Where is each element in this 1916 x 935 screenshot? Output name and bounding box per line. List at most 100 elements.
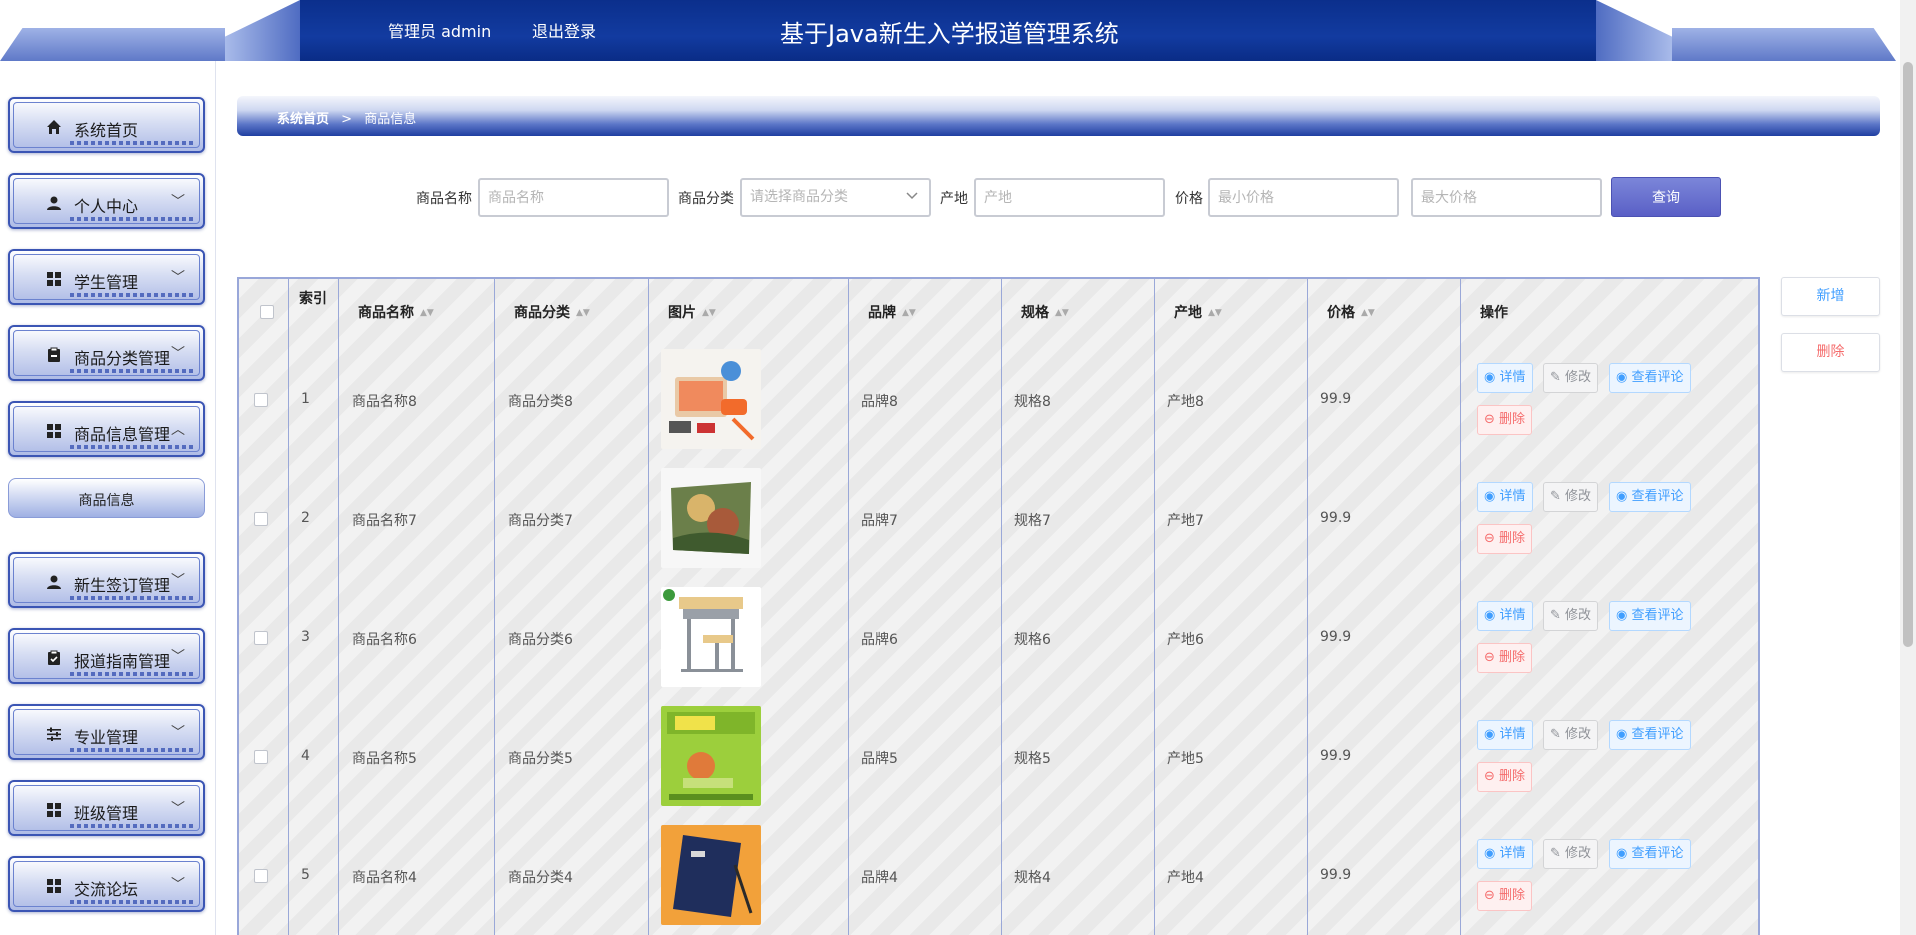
sort-icon[interactable]: ▲▼ xyxy=(1361,308,1375,317)
sort-icon[interactable]: ▲▼ xyxy=(702,308,716,317)
delete-button[interactable]: ⊖ 删除 xyxy=(1477,643,1533,673)
sort-icon[interactable]: ▲▼ xyxy=(1055,308,1069,317)
sidebar-item-label: 商品分类管理 xyxy=(74,349,171,368)
page-scrollbar[interactable] xyxy=(1900,0,1916,935)
view-reviews-label: 查看评论 xyxy=(1631,846,1684,861)
sidebar-item-forum[interactable]: 交流论坛 ﹀ xyxy=(8,856,205,912)
sort-icon[interactable]: ▲▼ xyxy=(576,308,590,317)
edit-button[interactable]: ✎ 修改 xyxy=(1543,363,1599,393)
product-name-input[interactable] xyxy=(478,178,669,217)
edit-label: 修改 xyxy=(1565,727,1592,742)
product-thumbnail[interactable] xyxy=(661,468,761,568)
logout-link[interactable]: 退出登录 xyxy=(532,18,596,42)
search-origin-label: 产地 xyxy=(940,191,968,207)
row-origin: 产地7 xyxy=(1167,513,1204,529)
row-checkbox[interactable] xyxy=(254,750,268,764)
view-reviews-button[interactable]: ◉ 查看评论 xyxy=(1609,482,1691,512)
scrollbar-thumb[interactable] xyxy=(1903,62,1913,647)
product-thumbnail[interactable] xyxy=(661,706,761,806)
edit-button[interactable]: ✎ 修改 xyxy=(1543,839,1599,869)
delete-button[interactable]: ⊖ 删除 xyxy=(1477,405,1533,435)
row-index: 2 xyxy=(301,510,310,526)
query-button[interactable]: 查询 xyxy=(1611,177,1721,217)
delete-button[interactable]: ⊖ 删除 xyxy=(1477,524,1533,554)
sidebar-item-student-mgmt[interactable]: 学生管理 ﹀ xyxy=(8,249,205,305)
sort-icon[interactable]: ▲▼ xyxy=(420,308,434,317)
grid-icon xyxy=(47,272,61,286)
row-name: 商品名称8 xyxy=(352,394,417,410)
view-reviews-label: 查看评论 xyxy=(1631,489,1684,504)
column-header-image[interactable]: 图片 ▲▼ xyxy=(668,302,716,322)
breadcrumb-home-link[interactable]: 系统首页 xyxy=(277,112,329,127)
detail-button[interactable]: ◉ 详情 xyxy=(1477,601,1533,631)
product-thumbnail[interactable] xyxy=(661,825,761,925)
column-header-category[interactable]: 商品分类 ▲▼ xyxy=(514,302,590,322)
view-reviews-label: 查看评论 xyxy=(1631,370,1684,385)
product-thumbnail[interactable] xyxy=(661,349,761,449)
row-origin: 产地6 xyxy=(1167,632,1204,648)
eye-icon: ◉ xyxy=(1616,846,1632,861)
delete-button[interactable]: ⊖ 删除 xyxy=(1477,762,1533,792)
column-header-name[interactable]: 商品名称 ▲▼ xyxy=(358,302,434,322)
batch-delete-button[interactable]: 删除 xyxy=(1781,333,1880,372)
detail-button[interactable]: ◉ 详情 xyxy=(1477,363,1533,393)
sidebar: 系统首页 个人中心 ﹀ 学生管理 ﹀ 商品分类管理 ﹀ 商品信息管理 ︿ 商品信… xyxy=(0,61,216,935)
detail-label: 详情 xyxy=(1499,608,1526,623)
category-select[interactable]: 请选择商品分类 xyxy=(740,178,931,217)
sidebar-item-guide-mgmt[interactable]: 报道指南管理 ﹀ xyxy=(8,628,205,684)
remove-icon: ⊖ xyxy=(1484,650,1500,665)
row-checkbox[interactable] xyxy=(254,512,268,526)
chevron-down-icon: ﹀ xyxy=(171,877,185,893)
sidebar-subitem-product-info[interactable]: 商品信息 xyxy=(8,478,205,518)
breadcrumb-current: 商品信息 xyxy=(364,112,417,127)
sidebar-item-category-mgmt[interactable]: 商品分类管理 ﹀ xyxy=(8,325,205,381)
row-origin: 产地8 xyxy=(1167,394,1204,410)
detail-button[interactable]: ◉ 详情 xyxy=(1477,720,1533,750)
row-checkbox[interactable] xyxy=(254,631,268,645)
row-checkbox[interactable] xyxy=(254,869,268,883)
view-reviews-button[interactable]: ◉ 查看评论 xyxy=(1609,363,1691,393)
sidebar-item-product-info-mgmt[interactable]: 商品信息管理 ︿ xyxy=(8,401,205,457)
edit-button[interactable]: ✎ 修改 xyxy=(1543,482,1599,512)
select-all-checkbox[interactable] xyxy=(260,305,274,319)
column-header-price[interactable]: 价格 ▲▼ xyxy=(1327,302,1375,322)
column-header-brand[interactable]: 品牌 ▲▼ xyxy=(868,302,916,322)
edit-button[interactable]: ✎ 修改 xyxy=(1543,601,1599,631)
column-header-origin[interactable]: 产地 ▲▼ xyxy=(1174,302,1222,322)
view-reviews-button[interactable]: ◉ 查看评论 xyxy=(1609,601,1691,631)
add-button[interactable]: 新增 xyxy=(1781,277,1880,316)
sort-icon[interactable]: ▲▼ xyxy=(1208,308,1222,317)
sidebar-item-major-mgmt[interactable]: 专业管理 ﹀ xyxy=(8,704,205,760)
row-category: 商品分类7 xyxy=(508,513,573,529)
detail-button[interactable]: ◉ 详情 xyxy=(1477,482,1533,512)
sidebar-item-label: 商品信息管理 xyxy=(74,425,171,444)
table-row: 5 商品名称4 商品分类4 品牌4 规格4 产地4 99.9 ◉ 详情 ✎ 修改… xyxy=(239,817,1758,935)
origin-input[interactable] xyxy=(974,178,1165,217)
search-category-label: 商品分类 xyxy=(678,191,734,207)
view-reviews-button[interactable]: ◉ 查看评论 xyxy=(1609,720,1691,750)
product-thumbnail[interactable] xyxy=(661,587,761,687)
edit-label: 修改 xyxy=(1565,370,1592,385)
sort-icon[interactable]: ▲▼ xyxy=(902,308,916,317)
sidebar-item-signing-mgmt[interactable]: 新生签订管理 ﹀ xyxy=(8,552,205,608)
max-price-input[interactable] xyxy=(1411,178,1602,217)
min-price-input[interactable] xyxy=(1208,178,1399,217)
edit-button[interactable]: ✎ 修改 xyxy=(1543,720,1599,750)
row-price: 99.9 xyxy=(1320,867,1352,883)
view-reviews-button[interactable]: ◉ 查看评论 xyxy=(1609,839,1691,869)
breadcrumb: 系统首页 > 商品信息 xyxy=(237,96,1880,136)
sidebar-item-home[interactable]: 系统首页 xyxy=(8,97,205,153)
column-header-spec[interactable]: 规格 ▲▼ xyxy=(1021,302,1069,322)
sidebar-item-class-mgmt[interactable]: 班级管理 ﹀ xyxy=(8,780,205,836)
column-header-image-label: 图片 xyxy=(668,305,696,321)
remove-icon: ⊖ xyxy=(1484,888,1500,903)
row-origin: 产地5 xyxy=(1167,751,1204,767)
sidebar-item-label: 学生管理 xyxy=(74,273,139,292)
eye-icon: ◉ xyxy=(1616,489,1632,504)
row-spec: 规格5 xyxy=(1014,751,1051,767)
sidebar-item-personal-center[interactable]: 个人中心 ﹀ xyxy=(8,173,205,229)
row-checkbox[interactable] xyxy=(254,393,268,407)
detail-button[interactable]: ◉ 详情 xyxy=(1477,839,1533,869)
row-brand: 品牌6 xyxy=(861,632,898,648)
delete-button[interactable]: ⊖ 删除 xyxy=(1477,881,1533,911)
